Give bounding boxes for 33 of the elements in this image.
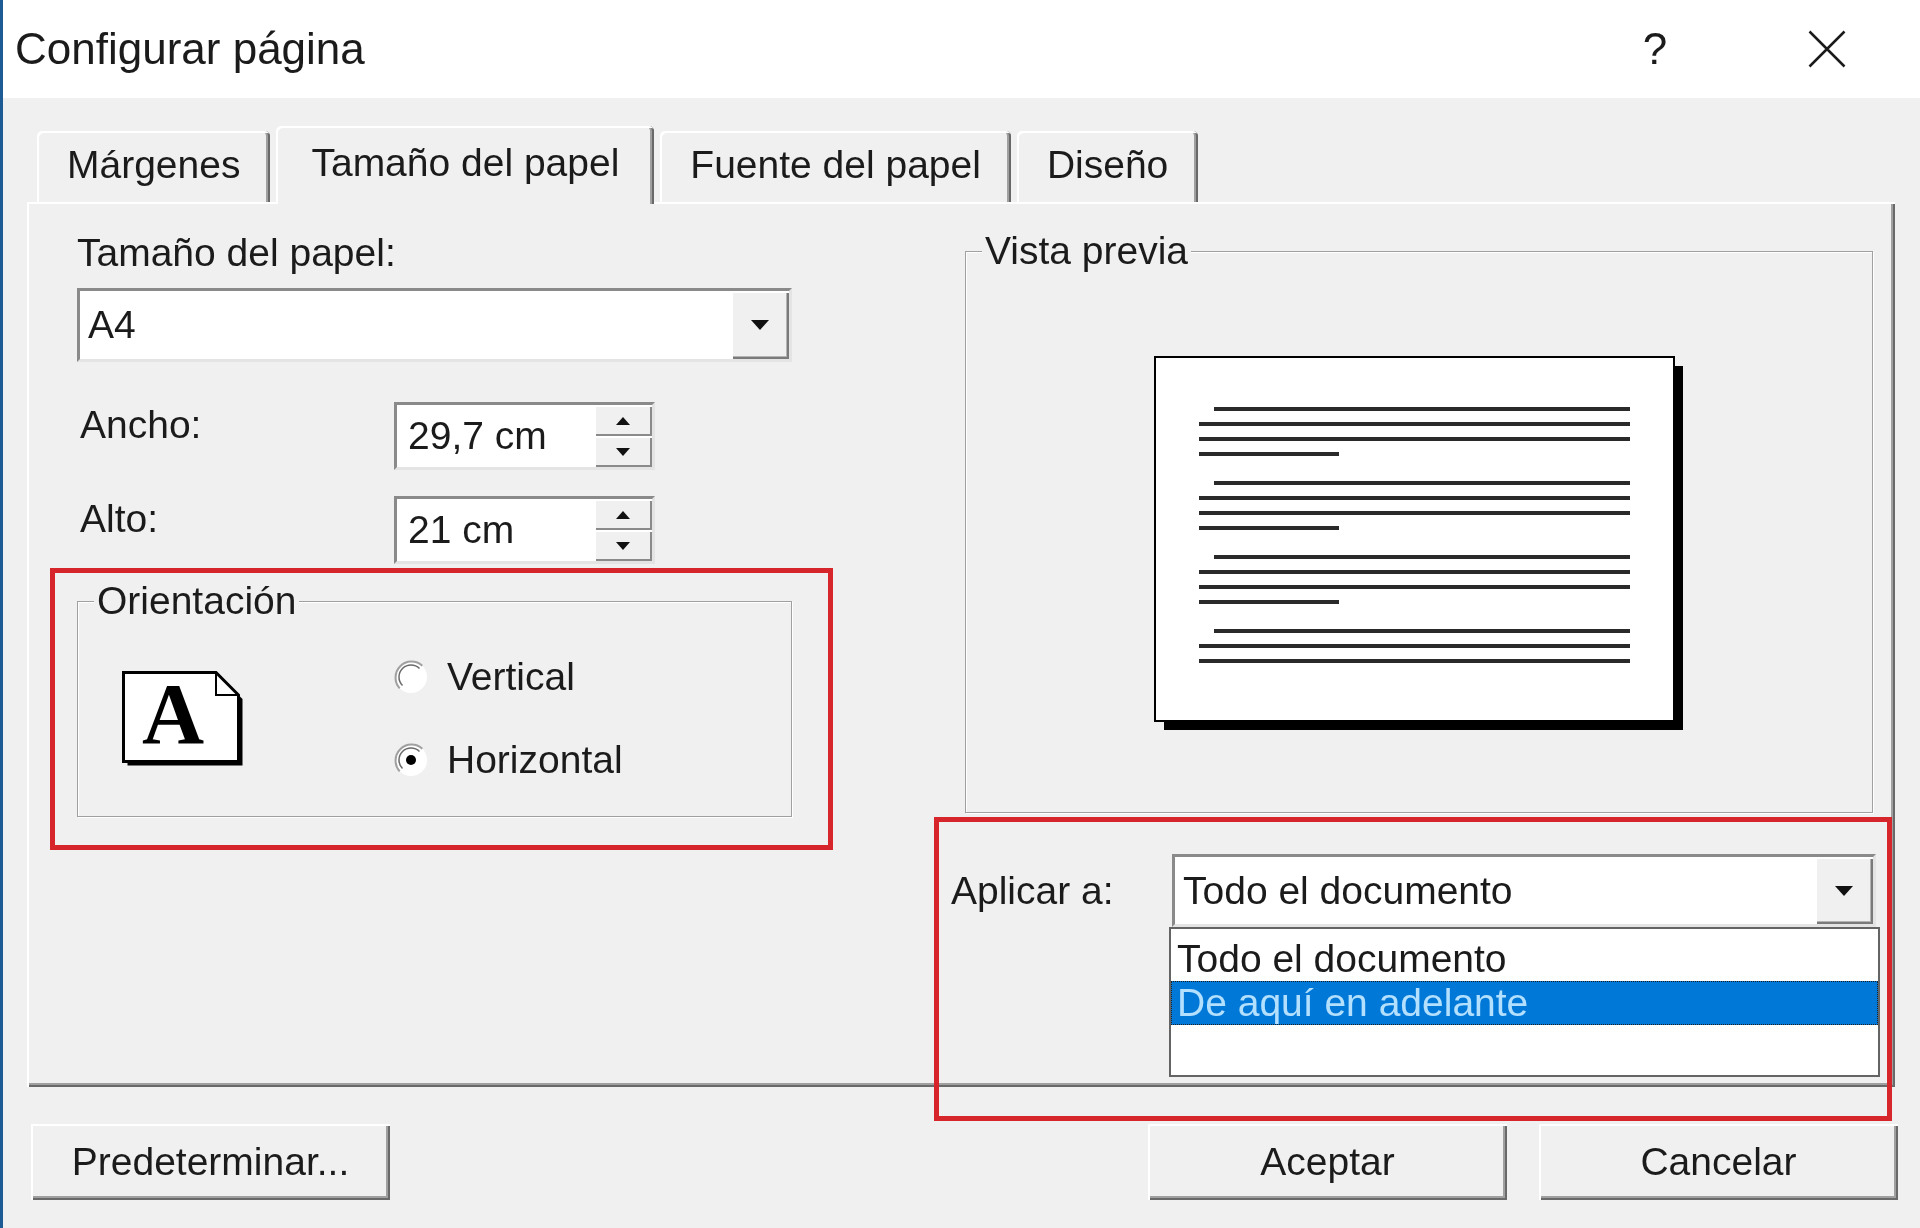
- dropdown-button[interactable]: [731, 291, 789, 359]
- dropdown-option[interactable]: Todo el documento: [1171, 937, 1878, 981]
- caret-down-icon: [616, 447, 630, 456]
- radio-option[interactable]: Horizontal: [394, 737, 623, 783]
- field-label: Ancho:: [80, 402, 202, 448]
- caret-down-icon: [616, 541, 630, 550]
- field-label: Tamaño del papel:: [77, 230, 396, 276]
- spin-up-button[interactable]: [594, 499, 652, 530]
- apply-to-select[interactable]: Todo el documento: [1172, 854, 1876, 927]
- dialog-button[interactable]: Aceptar: [1148, 1124, 1507, 1200]
- tab[interactable]: Márgenes: [37, 131, 271, 202]
- tab[interactable]: Fuente del papel: [660, 131, 1011, 202]
- paper-size-select[interactable]: A4: [77, 288, 792, 362]
- close-icon: [1808, 30, 1846, 68]
- dialog-button[interactable]: Predeterminar...: [31, 1124, 390, 1200]
- caret-down-icon: [751, 320, 769, 330]
- field-label: Alto:: [80, 496, 159, 542]
- caret-up-icon: [616, 510, 630, 519]
- number-field[interactable]: 21 cm: [394, 496, 655, 564]
- dialog-button[interactable]: Cancelar: [1539, 1124, 1898, 1200]
- caret-down-icon: [1835, 885, 1853, 896]
- window-title: Configurar página: [15, 24, 365, 74]
- spin-up-button[interactable]: [594, 405, 652, 436]
- help-button[interactable]: ?: [1635, 22, 1675, 76]
- tab[interactable]: Tamaño del papel: [276, 126, 655, 204]
- dropdown-button[interactable]: [1815, 857, 1873, 924]
- close-button[interactable]: [1808, 30, 1846, 68]
- field-label: Aplicar a:: [951, 867, 1114, 914]
- spin-down-button[interactable]: [594, 436, 652, 467]
- tab[interactable]: Diseño: [1016, 131, 1199, 202]
- caret-up-icon: [616, 416, 630, 425]
- number-field[interactable]: 29,7 cm: [394, 402, 655, 470]
- spin-down-button[interactable]: [594, 530, 652, 561]
